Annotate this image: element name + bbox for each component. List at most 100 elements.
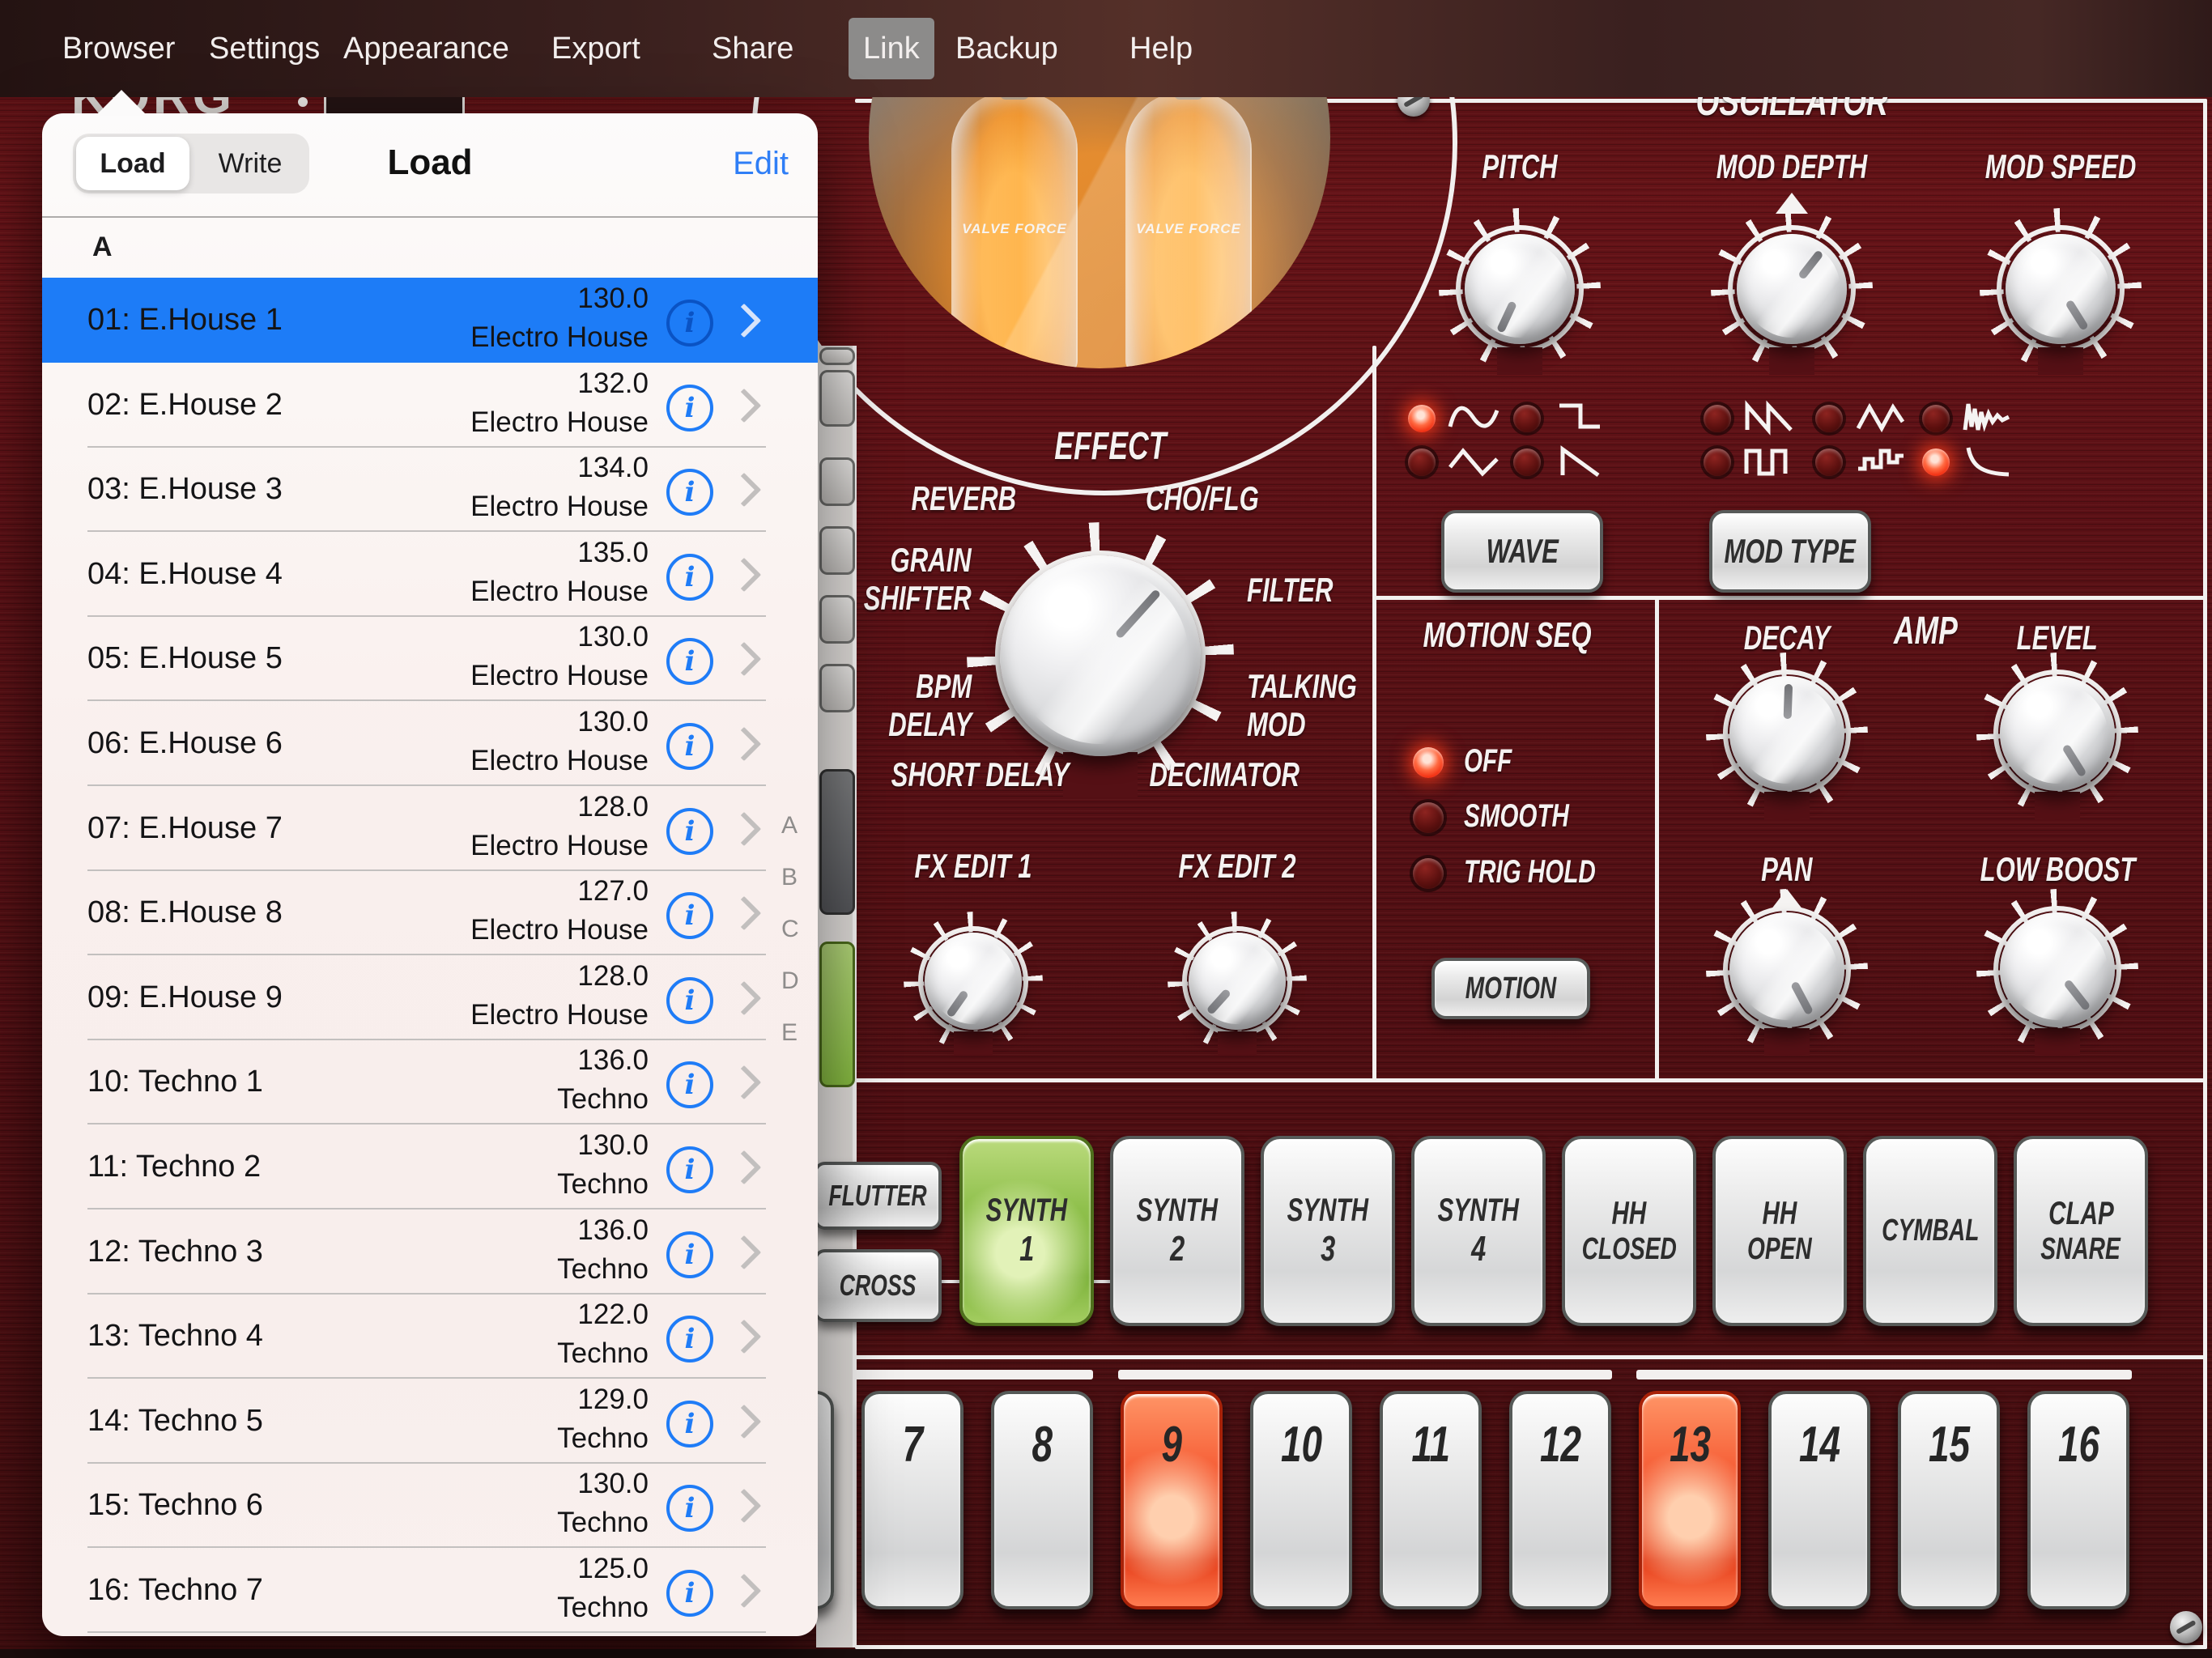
wave-led-sine[interactable] (1408, 405, 1436, 432)
mod-depth-knob[interactable] (1711, 208, 1873, 370)
pan-knob[interactable] (1706, 889, 1868, 1051)
step-button-12[interactable]: 12 (1509, 1391, 1611, 1609)
info-icon[interactable]: i (666, 977, 713, 1024)
info-icon[interactable]: i (666, 1570, 713, 1617)
step-button-9[interactable]: 9 (1121, 1391, 1223, 1609)
preset-row[interactable]: 12: Techno 3136.0Technoi (42, 1209, 818, 1295)
info-icon[interactable]: i (666, 1316, 713, 1363)
info-icon[interactable]: i (666, 1485, 713, 1532)
part-pad-cymbal[interactable]: CYMBAL (1863, 1136, 1997, 1326)
part-pad-hh-closed[interactable]: HHCLOSED (1562, 1136, 1696, 1326)
pitch-knob[interactable] (1439, 208, 1601, 370)
preset-row[interactable]: 15: Techno 6130.0Technoi (42, 1463, 818, 1548)
cross-button[interactable]: CROSS (814, 1249, 942, 1322)
step-button-16[interactable]: 16 (2027, 1391, 2129, 1609)
part-pad-hh-open[interactable]: HHOPEN (1712, 1136, 1847, 1326)
level-knob[interactable] (1976, 653, 2138, 814)
part-pad-synth-3[interactable]: SYNTH3 (1261, 1136, 1395, 1326)
mod-type-led-triangle-wave[interactable] (1815, 405, 1843, 432)
info-icon[interactable]: i (666, 808, 713, 855)
chevron-right-icon (727, 304, 761, 338)
info-icon[interactable]: i (666, 1061, 713, 1108)
menu-item-share[interactable]: Share (712, 0, 793, 97)
menu-item-appearance[interactable]: Appearance (343, 0, 509, 97)
info-icon[interactable]: i (666, 1231, 713, 1278)
preset-row[interactable]: 14: Techno 5129.0Technoi (42, 1379, 818, 1464)
index-letter-a[interactable]: A (781, 812, 798, 840)
step-button-7[interactable]: 7 (861, 1391, 963, 1609)
info-icon[interactable]: i (666, 469, 713, 516)
triangle-wave-wave-icon (1855, 397, 1907, 440)
info-icon[interactable]: i (666, 300, 713, 346)
occluded-tab[interactable] (819, 370, 855, 427)
motion-mode-led-off[interactable] (1413, 747, 1444, 778)
part-pad-clap-snare[interactable]: CLAPSNARE (2014, 1136, 2148, 1326)
step-button-11[interactable]: 11 (1380, 1391, 1482, 1609)
preset-row[interactable]: 06: E.House 6130.0Electro Housei (42, 701, 818, 786)
fx-edit-1-knob[interactable] (904, 912, 1043, 1051)
knob-body (2000, 912, 2115, 1027)
mod-type-led-saw-double[interactable] (1704, 405, 1731, 432)
menu-item-link[interactable]: Link (849, 18, 934, 79)
effect-type-knob[interactable] (967, 522, 1234, 789)
edit-button[interactable]: Edit (733, 146, 789, 182)
menu-item-browser[interactable]: Browser (62, 0, 175, 97)
part-pad-synth-4[interactable]: SYNTH4 (1411, 1136, 1546, 1326)
occluded-button-green[interactable] (819, 942, 855, 1087)
preset-row[interactable]: 05: E.House 5130.0Electro Housei (42, 616, 818, 701)
wave-button[interactable]: WAVE (1441, 510, 1603, 593)
preset-row[interactable]: 07: E.House 7128.0Electro Housei (42, 786, 818, 871)
step-button-10[interactable]: 10 (1250, 1391, 1352, 1609)
preset-name: 12: Techno 3 (87, 1235, 263, 1269)
preset-row[interactable]: 08: E.House 8127.0Electro Housei (42, 870, 818, 955)
fx-edit-2-knob[interactable] (1168, 912, 1307, 1051)
menu-item-settings[interactable]: Settings (209, 0, 320, 97)
menu-item-export[interactable]: Export (551, 0, 640, 97)
preset-row[interactable]: 01: E.House 1130.0Electro Housei (42, 278, 818, 363)
step-button-14[interactable]: 14 (1768, 1391, 1870, 1609)
preset-row[interactable]: 04: E.House 4135.0Electro Housei (42, 532, 818, 617)
preset-row[interactable]: 13: Techno 4122.0Technoi (42, 1294, 818, 1379)
info-icon[interactable]: i (666, 1146, 713, 1193)
mod-type-button[interactable]: MOD TYPE (1709, 510, 1871, 593)
motion-mode-led-smooth[interactable] (1413, 802, 1444, 833)
part-pad-synth-1[interactable]: SYNTH1 (959, 1136, 1094, 1326)
mod-type-led-sample-hold[interactable] (1815, 449, 1843, 476)
info-icon[interactable]: i (666, 723, 713, 770)
menu-item-backup[interactable]: Backup (955, 0, 1058, 97)
mod-type-led-noise[interactable] (1922, 405, 1950, 432)
wave-led-saw-down[interactable] (1513, 449, 1541, 476)
mod-speed-knob[interactable] (1980, 208, 2142, 370)
index-letter-b[interactable]: B (781, 864, 798, 891)
info-icon[interactable]: i (666, 385, 713, 432)
preset-row[interactable]: 02: E.House 2132.0Electro Housei (42, 363, 818, 448)
motion-mode-led-trig-hold[interactable] (1413, 858, 1444, 889)
info-icon[interactable]: i (666, 638, 713, 685)
preset-row[interactable]: 03: E.House 3134.0Electro Housei (42, 447, 818, 532)
occluded-tab[interactable] (819, 347, 855, 365)
occluded-button-dark[interactable] (819, 769, 855, 915)
step-button-15[interactable]: 15 (1898, 1391, 2000, 1609)
low-boost-knob[interactable] (1976, 889, 2138, 1051)
preset-row[interactable]: 09: E.House 9128.0Electro Housei (42, 955, 818, 1040)
mod-type-led-decay-env[interactable] (1922, 449, 1950, 476)
index-letter-e[interactable]: E (781, 1019, 798, 1047)
menu-item-help[interactable]: Help (1129, 0, 1193, 97)
wave-led-square-pulse[interactable] (1513, 405, 1541, 432)
index-letter-d[interactable]: D (781, 967, 799, 995)
flutter-button[interactable]: FLUTTER (814, 1162, 942, 1230)
step-button-8[interactable]: 8 (991, 1391, 1093, 1609)
motion-button[interactable]: MOTION (1431, 958, 1590, 1019)
step-button-13[interactable]: 13 (1639, 1391, 1741, 1609)
info-icon[interactable]: i (666, 892, 713, 939)
index-letter-c[interactable]: C (781, 916, 799, 943)
info-icon[interactable]: i (666, 1401, 713, 1448)
info-icon[interactable]: i (666, 554, 713, 601)
part-pad-synth-2[interactable]: SYNTH2 (1110, 1136, 1244, 1326)
preset-row[interactable]: 11: Techno 2130.0Technoi (42, 1124, 818, 1209)
decay-knob[interactable] (1706, 653, 1868, 814)
wave-led-triangle[interactable] (1408, 449, 1436, 476)
preset-row[interactable]: 16: Techno 7125.0Technoi (42, 1548, 818, 1633)
preset-row[interactable]: 10: Techno 1136.0Technoi (42, 1039, 818, 1124)
mod-type-led-square-wave[interactable] (1704, 449, 1731, 476)
